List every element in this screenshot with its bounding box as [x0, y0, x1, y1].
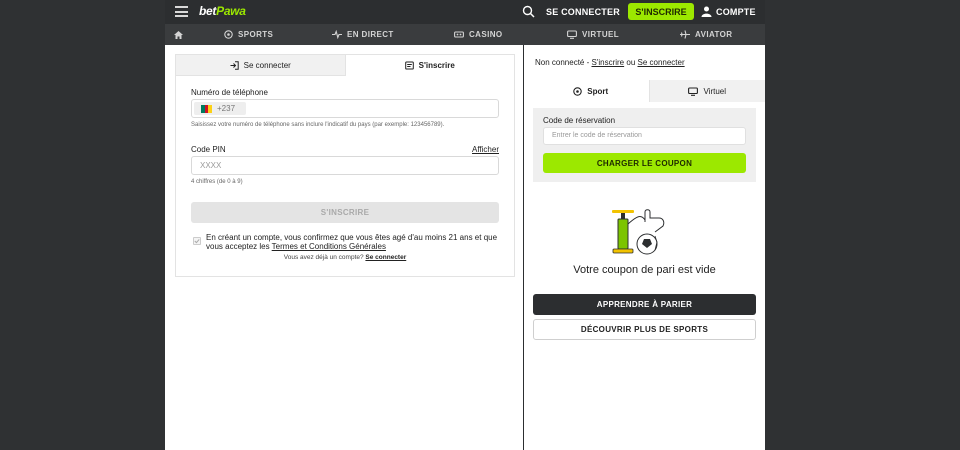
header-login-link[interactable]: SE CONNECTER: [546, 7, 620, 17]
empty-betslip-illustration-icon: [612, 209, 665, 255]
search-icon[interactable]: [522, 5, 535, 18]
terms-link[interactable]: Termes et Conditions Générales: [272, 242, 386, 251]
register-icon: [404, 61, 414, 70]
nav-item-aviator[interactable]: AVIATOR: [680, 24, 732, 45]
app-frame: betPawa SE CONNECTER S'INSCRIRE COMPTE S…: [165, 0, 765, 450]
tab-label: Sport: [587, 86, 609, 96]
tab-label: Se connecter: [243, 60, 291, 70]
header-register-button[interactable]: S'INSCRIRE: [628, 3, 694, 20]
tab-label: S'inscrire: [418, 61, 455, 70]
home-icon: [174, 30, 183, 39]
phone-hint: Saisissez votre numéro de téléphone sans…: [191, 122, 445, 128]
login-icon: [230, 60, 239, 70]
status-prefix: Non connecté -: [535, 58, 592, 67]
tab-sport[interactable]: Sport: [533, 80, 649, 102]
auth-panel: Se connecter S'inscrire Numéro de téléph…: [175, 54, 515, 277]
nav-item-label: SPORTS: [238, 30, 274, 39]
booking-code-box: Code de réservation Entrer le code de ré…: [533, 108, 756, 182]
column-divider: [523, 45, 524, 450]
nav-item-sports[interactable]: SPORTS: [224, 24, 273, 45]
booking-code-placeholder: Entrer le code de réservation: [552, 132, 642, 139]
booking-code-label: Code de réservation: [543, 116, 616, 125]
phone-field[interactable]: +237: [191, 99, 499, 118]
country-prefix-selector[interactable]: +237: [194, 102, 246, 115]
phone-label: Numéro de téléphone: [191, 88, 268, 97]
already-text: Vous avez déjà un compte?: [283, 254, 366, 261]
load-coupon-button[interactable]: CHARGER LE COUPON: [543, 153, 746, 173]
betslip-tabs: Sport Virtuel: [533, 80, 765, 102]
discover-sports-button[interactable]: DÉCOUVRIR PLUS DE SPORTS: [533, 319, 756, 340]
nav-item-label: EN DIRECT: [347, 30, 394, 39]
user-icon[interactable]: [701, 6, 712, 17]
consent-text: En créant un compte, vous confirmez que …: [206, 233, 506, 251]
tab-label: Virtuel: [703, 86, 727, 96]
phone-prefix: +237: [217, 104, 236, 113]
nav-item-home[interactable]: [174, 24, 188, 45]
pin-hint: 4 chiffres (de 0 à 9): [191, 179, 243, 185]
pin-field[interactable]: XXXX: [191, 156, 499, 175]
login-status: Non connecté - S'inscrire ou Se connecte…: [535, 58, 685, 67]
show-pin-link[interactable]: Afficher: [472, 145, 499, 154]
live-icon: [332, 30, 342, 39]
nav-item-virtual[interactable]: VIRTUEL: [567, 24, 619, 45]
register-submit-button[interactable]: S'INSCRIRE: [191, 202, 499, 223]
plane-icon: [680, 30, 690, 39]
nav-item-live[interactable]: EN DIRECT: [332, 24, 394, 45]
status-login-link[interactable]: Se connecter: [637, 58, 684, 67]
status-register-link[interactable]: S'inscrire: [591, 58, 624, 67]
nav-item-label: CASINO: [469, 30, 503, 39]
top-bar: betPawa SE CONNECTER S'INSCRIRE COMPTE: [165, 0, 765, 24]
status-or: ou: [624, 58, 638, 67]
empty-betslip-text: Votre coupon de pari est vide: [573, 264, 716, 276]
nav-item-label: AVIATOR: [695, 30, 733, 39]
already-login-link[interactable]: Se connecter: [365, 254, 406, 261]
nav-item-casino[interactable]: CASINO: [454, 24, 503, 45]
soccer-ball-icon: [224, 30, 233, 39]
casino-icon: [454, 31, 464, 38]
logo-main: bet: [199, 4, 217, 18]
brand-logo[interactable]: betPawa: [199, 4, 246, 18]
menu-icon[interactable]: [175, 6, 188, 17]
virtual-icon: [688, 86, 699, 96]
logo-accent: Pawa: [216, 4, 246, 18]
already-account: Vous avez déjà un compte? Se connecter: [176, 254, 514, 261]
pin-label: Code PIN: [191, 145, 226, 154]
tab-register[interactable]: S'inscrire: [345, 55, 514, 76]
virtual-icon: [567, 30, 577, 39]
check-icon: [194, 239, 200, 244]
learn-to-bet-button[interactable]: APPRENDRE À PARIER: [533, 294, 756, 315]
cameroon-flag-icon: [201, 104, 213, 113]
pin-placeholder: XXXX: [200, 161, 222, 170]
main-nav: SPORTS EN DIRECT CASINO VIRTUEL AVIATOR: [165, 24, 765, 45]
tab-login[interactable]: Se connecter: [176, 55, 346, 76]
auth-tabs: Se connecter S'inscrire: [176, 55, 514, 76]
booking-code-input[interactable]: Entrer le code de réservation: [543, 127, 746, 145]
soccer-ball-icon: [573, 86, 583, 96]
consent-checkbox[interactable]: [193, 237, 201, 245]
nav-item-label: VIRTUEL: [582, 30, 620, 39]
tab-virtual[interactable]: Virtuel: [648, 80, 765, 102]
header-account-link[interactable]: COMPTE: [716, 7, 756, 17]
